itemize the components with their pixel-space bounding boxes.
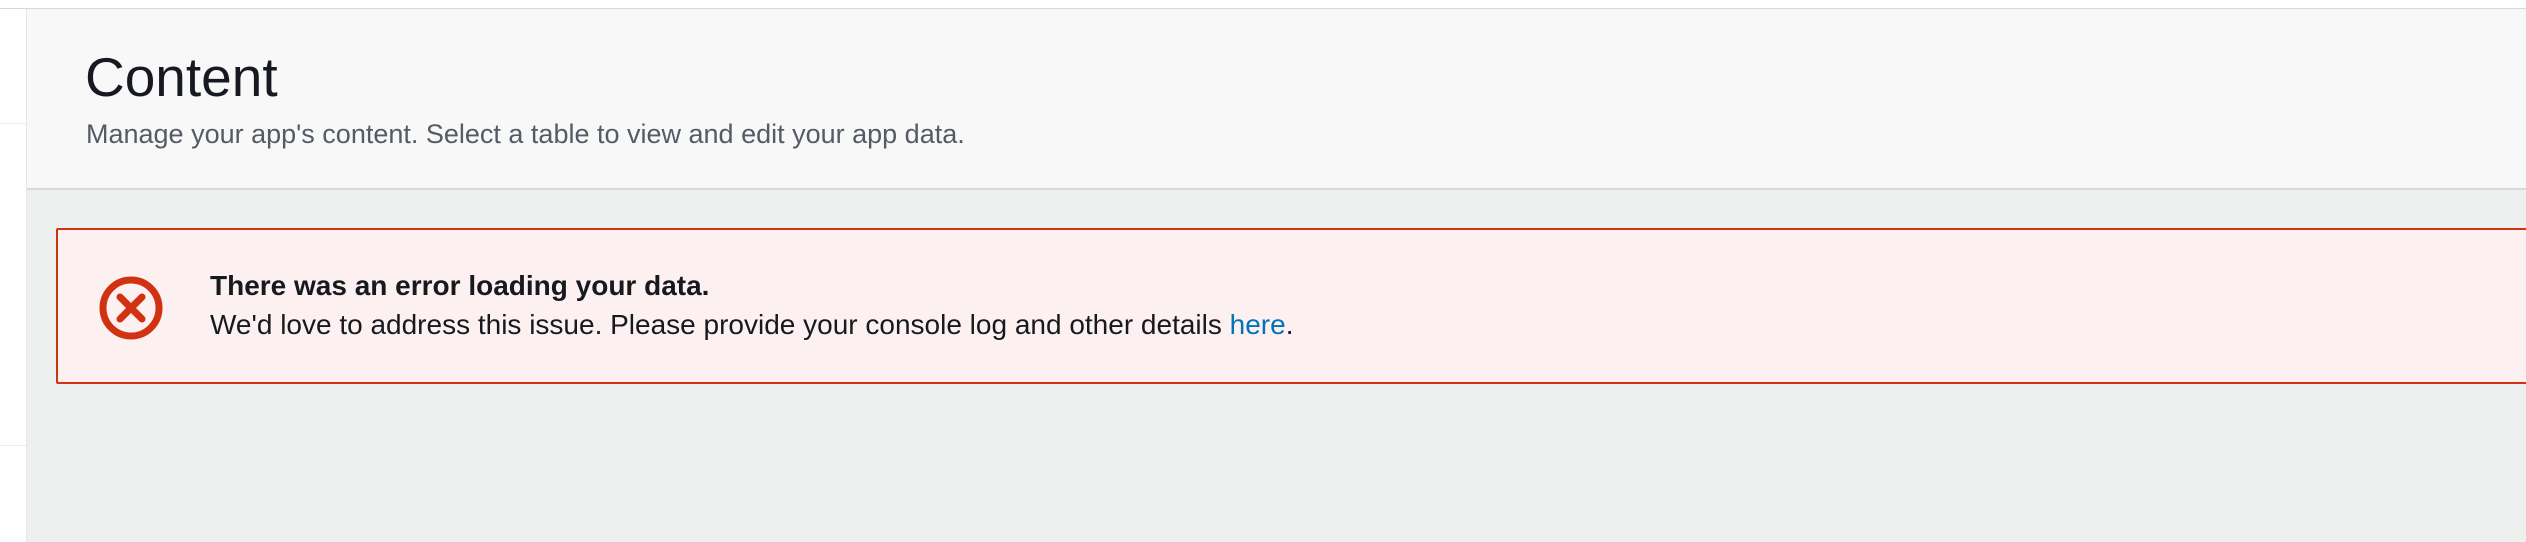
alert-message-text: We'd love to address this issue. Please … [210, 309, 1230, 340]
content-area: There was an error loading your data. We… [27, 190, 2526, 542]
left-navigation-rail [0, 9, 27, 542]
top-border [0, 0, 2526, 9]
alert-title: There was an error loading your data. [210, 270, 710, 301]
page-header: Content Manage your app's content. Selec… [27, 9, 2526, 190]
error-circle-x-icon [98, 275, 164, 341]
alert-message: We'd love to address this issue. Please … [210, 309, 1293, 341]
nav-divider [0, 123, 26, 124]
alert-message-end: . [1285, 309, 1294, 340]
page-subtitle: Manage your app's content. Select a tabl… [86, 119, 965, 149]
nav-divider [0, 445, 26, 446]
details-link[interactable]: here [1230, 309, 1286, 340]
error-alert: There was an error loading your data. We… [56, 228, 2526, 384]
page-title: Content [85, 46, 278, 108]
